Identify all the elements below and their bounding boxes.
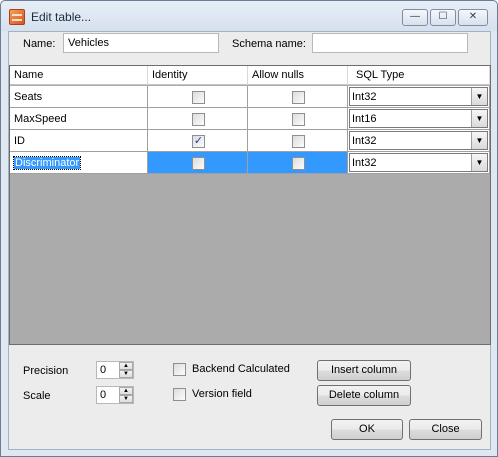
cell-name[interactable]: Discriminator — [10, 152, 148, 174]
sql-type-value: Int32 — [352, 91, 377, 103]
identity-checkbox[interactable] — [192, 157, 205, 170]
cell-name[interactable]: MaxSpeed — [10, 108, 148, 130]
scale-value: 0 — [100, 389, 107, 401]
app-icon — [9, 9, 25, 25]
cell-identity — [148, 86, 248, 108]
precision-value: 0 — [100, 364, 107, 376]
title-bar[interactable]: Edit table... — ☐ ✕ — [1, 1, 497, 31]
close-window-button[interactable]: ✕ — [458, 9, 488, 26]
column-header-identity[interactable]: Identity — [148, 66, 248, 85]
scale-label: Scale — [23, 390, 51, 402]
table-row[interactable]: Discriminator Int32 ▼ — [10, 152, 490, 174]
column-header-sql-type[interactable]: SQL Type — [348, 66, 490, 85]
name-label: Name: — [23, 38, 56, 50]
scale-stepper[interactable]: 0 ▲ ▼ — [96, 386, 134, 404]
allow-nulls-checkbox[interactable] — [292, 135, 305, 148]
minimize-button[interactable]: — — [402, 9, 428, 26]
sql-type-value: Int32 — [352, 135, 377, 147]
sql-type-value: Int16 — [352, 113, 377, 125]
insert-column-button[interactable]: Insert column — [317, 360, 411, 381]
maximize-button[interactable]: ☐ — [430, 9, 456, 26]
chevron-down-icon[interactable]: ▼ — [471, 110, 487, 127]
close-button[interactable]: Close — [409, 419, 482, 440]
precision-stepper[interactable]: 0 ▲ ▼ — [96, 361, 134, 379]
cell-name[interactable]: Seats — [10, 86, 148, 108]
precision-label: Precision — [23, 365, 69, 377]
scale-down-icon[interactable]: ▼ — [119, 395, 133, 403]
cell-allow-nulls — [248, 152, 348, 174]
column-name-text: ID — [14, 135, 25, 147]
table-row[interactable]: Seats Int32 ▼ — [10, 86, 490, 108]
column-name-text: MaxSpeed — [14, 113, 67, 125]
table-row[interactable]: ID ✓ Int32 ▼ — [10, 130, 490, 152]
chevron-down-icon[interactable]: ▼ — [471, 154, 487, 171]
version-field-checkbox[interactable] — [173, 388, 186, 401]
sql-type-dropdown[interactable]: Int32 ▼ — [349, 131, 488, 150]
schema-name-field[interactable] — [312, 33, 468, 53]
cell-sql-type: Int32 ▼ — [348, 86, 490, 108]
allow-nulls-checkbox[interactable] — [292, 113, 305, 126]
cell-allow-nulls — [248, 130, 348, 152]
columns-grid: Name Identity Allow nulls SQL Type Seats… — [9, 65, 491, 345]
precision-down-icon[interactable]: ▼ — [119, 370, 133, 378]
version-field-label: Version field — [192, 388, 252, 400]
cell-name[interactable]: ID — [10, 130, 148, 152]
cell-identity — [148, 108, 248, 130]
column-name-text: Discriminator — [12, 156, 82, 170]
allow-nulls-checkbox[interactable] — [292, 91, 305, 104]
name-field[interactable]: Vehicles — [63, 33, 219, 53]
chevron-down-icon[interactable]: ▼ — [471, 88, 487, 105]
column-header-allow-nulls[interactable]: Allow nulls — [248, 66, 348, 85]
sql-type-dropdown[interactable]: Int32 ▼ — [349, 153, 488, 172]
identity-checkbox[interactable] — [192, 91, 205, 104]
cell-allow-nulls — [248, 86, 348, 108]
window-title: Edit table... — [31, 10, 92, 24]
sql-type-dropdown[interactable]: Int32 ▼ — [349, 87, 488, 106]
grid-header: Name Identity Allow nulls SQL Type — [10, 66, 490, 85]
cell-identity — [148, 152, 248, 174]
cell-allow-nulls — [248, 108, 348, 130]
edit-table-window: Edit table... — ☐ ✕ Name: Vehicles Schem… — [0, 0, 498, 457]
ok-button[interactable]: OK — [331, 419, 403, 440]
column-header-name[interactable]: Name — [10, 66, 148, 85]
cell-sql-type: Int32 ▼ — [348, 130, 490, 152]
identity-checkbox[interactable] — [192, 113, 205, 126]
column-name-text: Seats — [14, 91, 43, 103]
precision-up-icon[interactable]: ▲ — [119, 362, 133, 370]
chevron-down-icon[interactable]: ▼ — [471, 132, 487, 149]
cell-identity: ✓ — [148, 130, 248, 152]
table-row[interactable]: MaxSpeed Int16 ▼ — [10, 108, 490, 130]
schema-name-label: Schema name: — [232, 38, 306, 50]
cell-sql-type: Int16 ▼ — [348, 108, 490, 130]
cell-sql-type: Int32 ▼ — [348, 152, 490, 174]
scale-up-icon[interactable]: ▲ — [119, 387, 133, 395]
identity-checkbox[interactable]: ✓ — [192, 135, 205, 148]
allow-nulls-checkbox[interactable] — [292, 157, 305, 170]
sql-type-dropdown[interactable]: Int16 ▼ — [349, 109, 488, 128]
backend-calculated-label: Backend Calculated — [192, 363, 290, 375]
backend-calculated-checkbox[interactable] — [173, 363, 186, 376]
delete-column-button[interactable]: Delete column — [317, 385, 411, 406]
sql-type-value: Int32 — [352, 157, 377, 169]
